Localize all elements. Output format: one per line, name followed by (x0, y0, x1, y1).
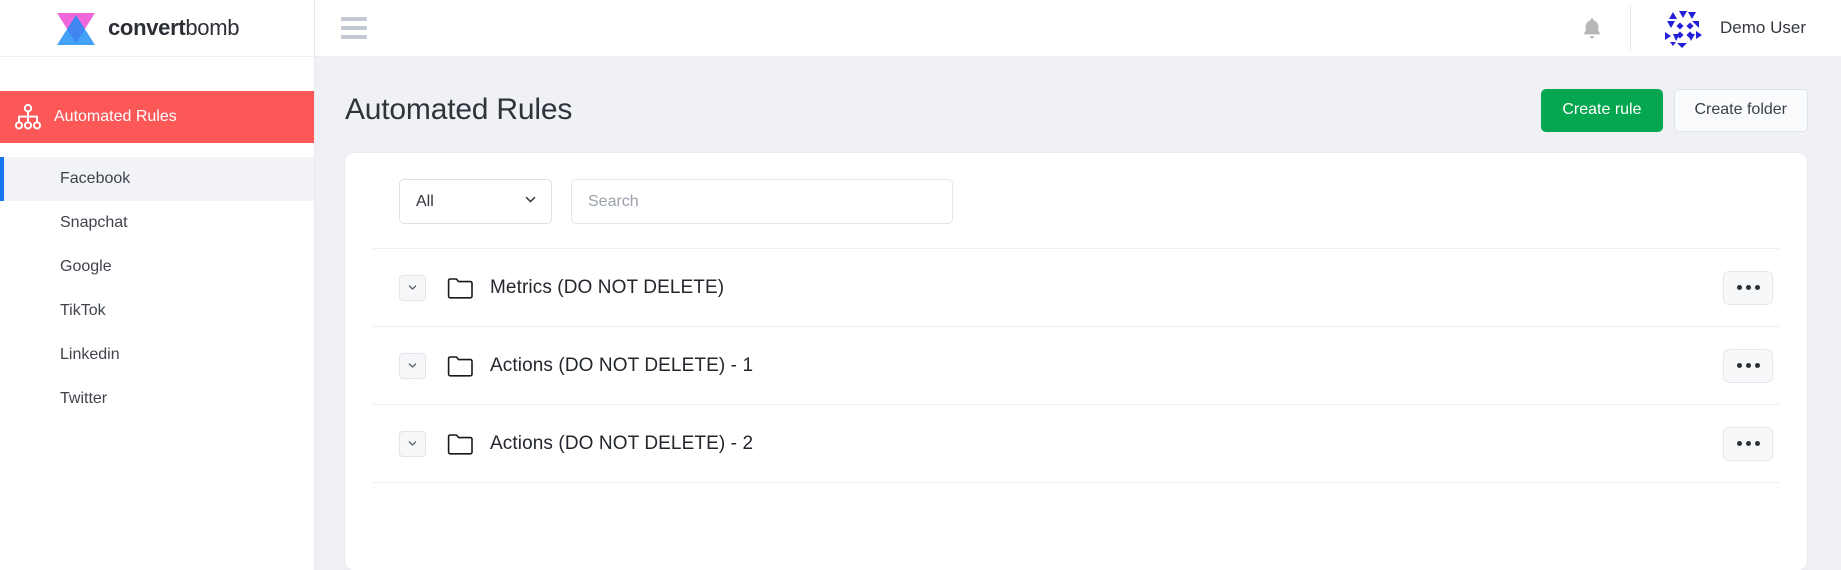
sidebar-gap (0, 57, 314, 91)
sidebar-item-tiktok[interactable]: TikTok (0, 289, 314, 333)
sidebar-item-google[interactable]: Google (0, 245, 314, 289)
sidebar-item-label: Google (60, 258, 112, 275)
row-expand-toggle[interactable] (399, 352, 426, 379)
folder-icon (447, 355, 473, 377)
table-row[interactable]: Actions (DO NOT DELETE) - 1 (373, 327, 1779, 405)
type-filter-select[interactable]: All (399, 179, 552, 224)
create-folder-button[interactable]: Create folder (1673, 88, 1808, 132)
folder-icon (447, 277, 473, 299)
user-avatar-identicon (1659, 5, 1706, 51)
filter-row: All (373, 153, 1779, 249)
app-root: convertbomb Automated Rules Facebook Sna… (0, 0, 1841, 570)
row-expand-toggle[interactable] (399, 430, 426, 457)
content-card-wrapper: All Search Metrics (DO NOT DELETE) Actio… (315, 135, 1841, 570)
sidebar-item-label: TikTok (60, 302, 106, 319)
topbar-divider (1630, 5, 1632, 51)
row-actions-menu[interactable] (1723, 426, 1773, 461)
user-menu[interactable]: Demo User (1659, 5, 1806, 51)
brand-header[interactable]: convertbomb (0, 0, 314, 57)
row-actions-menu[interactable] (1723, 270, 1773, 305)
sidebar-section-label: Automated Rules (54, 108, 177, 125)
hamburger-menu-icon[interactable] (341, 17, 367, 39)
sidebar-item-facebook[interactable]: Facebook (0, 157, 314, 201)
table-row[interactable]: Actions (DO NOT DELETE) - 2 (373, 405, 1779, 483)
page-header: Automated Rules Create rule Create folde… (315, 57, 1841, 135)
sidebar-item-label: Linkedin (60, 346, 120, 363)
user-name: Demo User (1720, 18, 1806, 37)
row-actions-menu[interactable] (1723, 348, 1773, 383)
rules-card: All Search Metrics (DO NOT DELETE) Actio… (345, 153, 1807, 570)
brand-name-light: bomb (185, 15, 240, 40)
folder-icon (447, 433, 473, 455)
sidebar-item-label: Facebook (60, 170, 131, 187)
sidebar-spacer (0, 143, 314, 157)
page-title: Automated Rules (345, 93, 573, 126)
table-row[interactable]: Metrics (DO NOT DELETE) (373, 249, 1779, 327)
sidebar-item-snapchat[interactable]: Snapchat (0, 201, 314, 245)
row-label: Metrics (DO NOT DELETE) (490, 276, 725, 298)
row-expand-toggle[interactable] (399, 274, 426, 301)
hourglass-logo-icon (57, 11, 95, 45)
chevron-down-icon (523, 192, 538, 212)
sidebar-item-label: Twitter (60, 390, 108, 407)
sidebar-item-label: Snapchat (60, 214, 128, 231)
sitemap-icon (13, 102, 43, 132)
row-label: Actions (DO NOT DELETE) - 1 (490, 354, 754, 376)
sidebar-item-twitter[interactable]: Twitter (0, 377, 314, 421)
sidebar: convertbomb Automated Rules Facebook Sna… (0, 0, 315, 570)
topbar: Demo User (315, 0, 1841, 57)
search-input[interactable] (571, 179, 953, 224)
main-area: Demo User Automated Rules Create rule Cr… (315, 0, 1841, 570)
type-filter-value: All (416, 192, 434, 210)
sidebar-item-linkedin[interactable]: Linkedin (0, 333, 314, 377)
brand-name: convertbomb (108, 15, 240, 41)
brand-name-bold: convert (108, 15, 186, 40)
create-rule-button[interactable]: Create rule (1541, 88, 1663, 132)
sidebar-section-automated-rules[interactable]: Automated Rules (0, 91, 314, 143)
row-label: Actions (DO NOT DELETE) - 2 (490, 432, 754, 454)
bell-icon[interactable] (1580, 15, 1604, 41)
